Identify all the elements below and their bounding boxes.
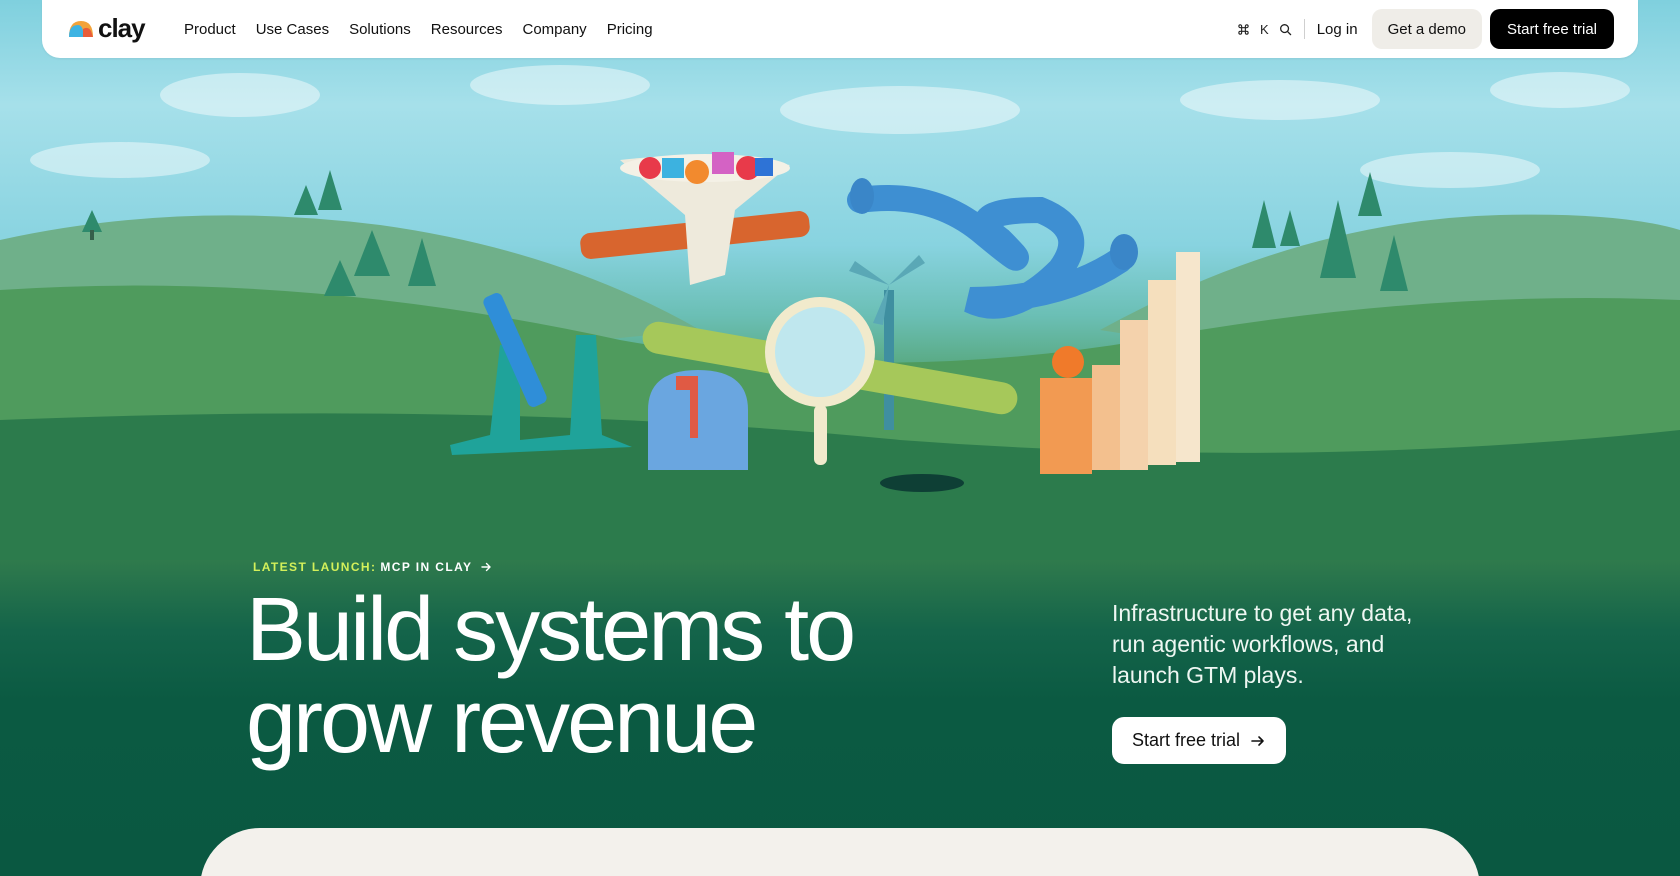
search-icon bbox=[1279, 23, 1291, 35]
shortcut-key: K bbox=[1260, 21, 1269, 37]
get-demo-button[interactable]: Get a demo bbox=[1371, 9, 1482, 49]
arrow-right-icon bbox=[1251, 735, 1264, 746]
nav-company[interactable]: Company bbox=[522, 21, 586, 38]
nav-solutions[interactable]: Solutions bbox=[349, 21, 411, 38]
brand-name: clay bbox=[98, 13, 146, 43]
login-link[interactable]: Log in bbox=[1317, 21, 1358, 38]
cta-label: Start free trial bbox=[1132, 730, 1241, 750]
arrow-right-icon bbox=[481, 562, 492, 572]
nav-divider bbox=[1303, 19, 1305, 39]
command-icon bbox=[1238, 23, 1249, 35]
launch-label: LATEST LAUNCH: bbox=[253, 560, 377, 574]
hero-start-trial-button[interactable]: Start free trial bbox=[1112, 717, 1287, 764]
brand-logo[interactable]: clay bbox=[66, 13, 146, 43]
search-shortcut[interactable]: K bbox=[1237, 22, 1292, 37]
hero-illustration bbox=[0, 65, 1680, 560]
launch-value: MCP IN CLAY bbox=[380, 560, 473, 574]
nav-resources[interactable]: Resources bbox=[431, 21, 503, 38]
top-navbar: clay Product Use Cases Solutions Resourc… bbox=[42, 0, 1638, 58]
headline-line-2: grow revenue bbox=[246, 672, 758, 772]
primary-nav: Product Use Cases Solutions Resources Co… bbox=[184, 0, 653, 58]
hero-subcopy: Infrastructure to get any data, run agen… bbox=[1112, 600, 1413, 688]
content-panel-top bbox=[200, 828, 1480, 876]
clay-logo-icon bbox=[69, 21, 93, 37]
latest-launch-link[interactable]: LATEST LAUNCH: MCP IN CLAY bbox=[253, 560, 492, 574]
nav-product[interactable]: Product bbox=[184, 21, 236, 38]
nav-pricing[interactable]: Pricing bbox=[607, 21, 653, 38]
nav-use-cases[interactable]: Use Cases bbox=[256, 21, 329, 38]
hero-headline: Build systems to grow revenue bbox=[246, 584, 946, 768]
headline-line-1: Build systems to bbox=[246, 580, 856, 680]
nav-actions: K Log in Get a demo Start free trial bbox=[1237, 9, 1614, 49]
nav-start-trial-button[interactable]: Start free trial bbox=[1489, 9, 1614, 49]
